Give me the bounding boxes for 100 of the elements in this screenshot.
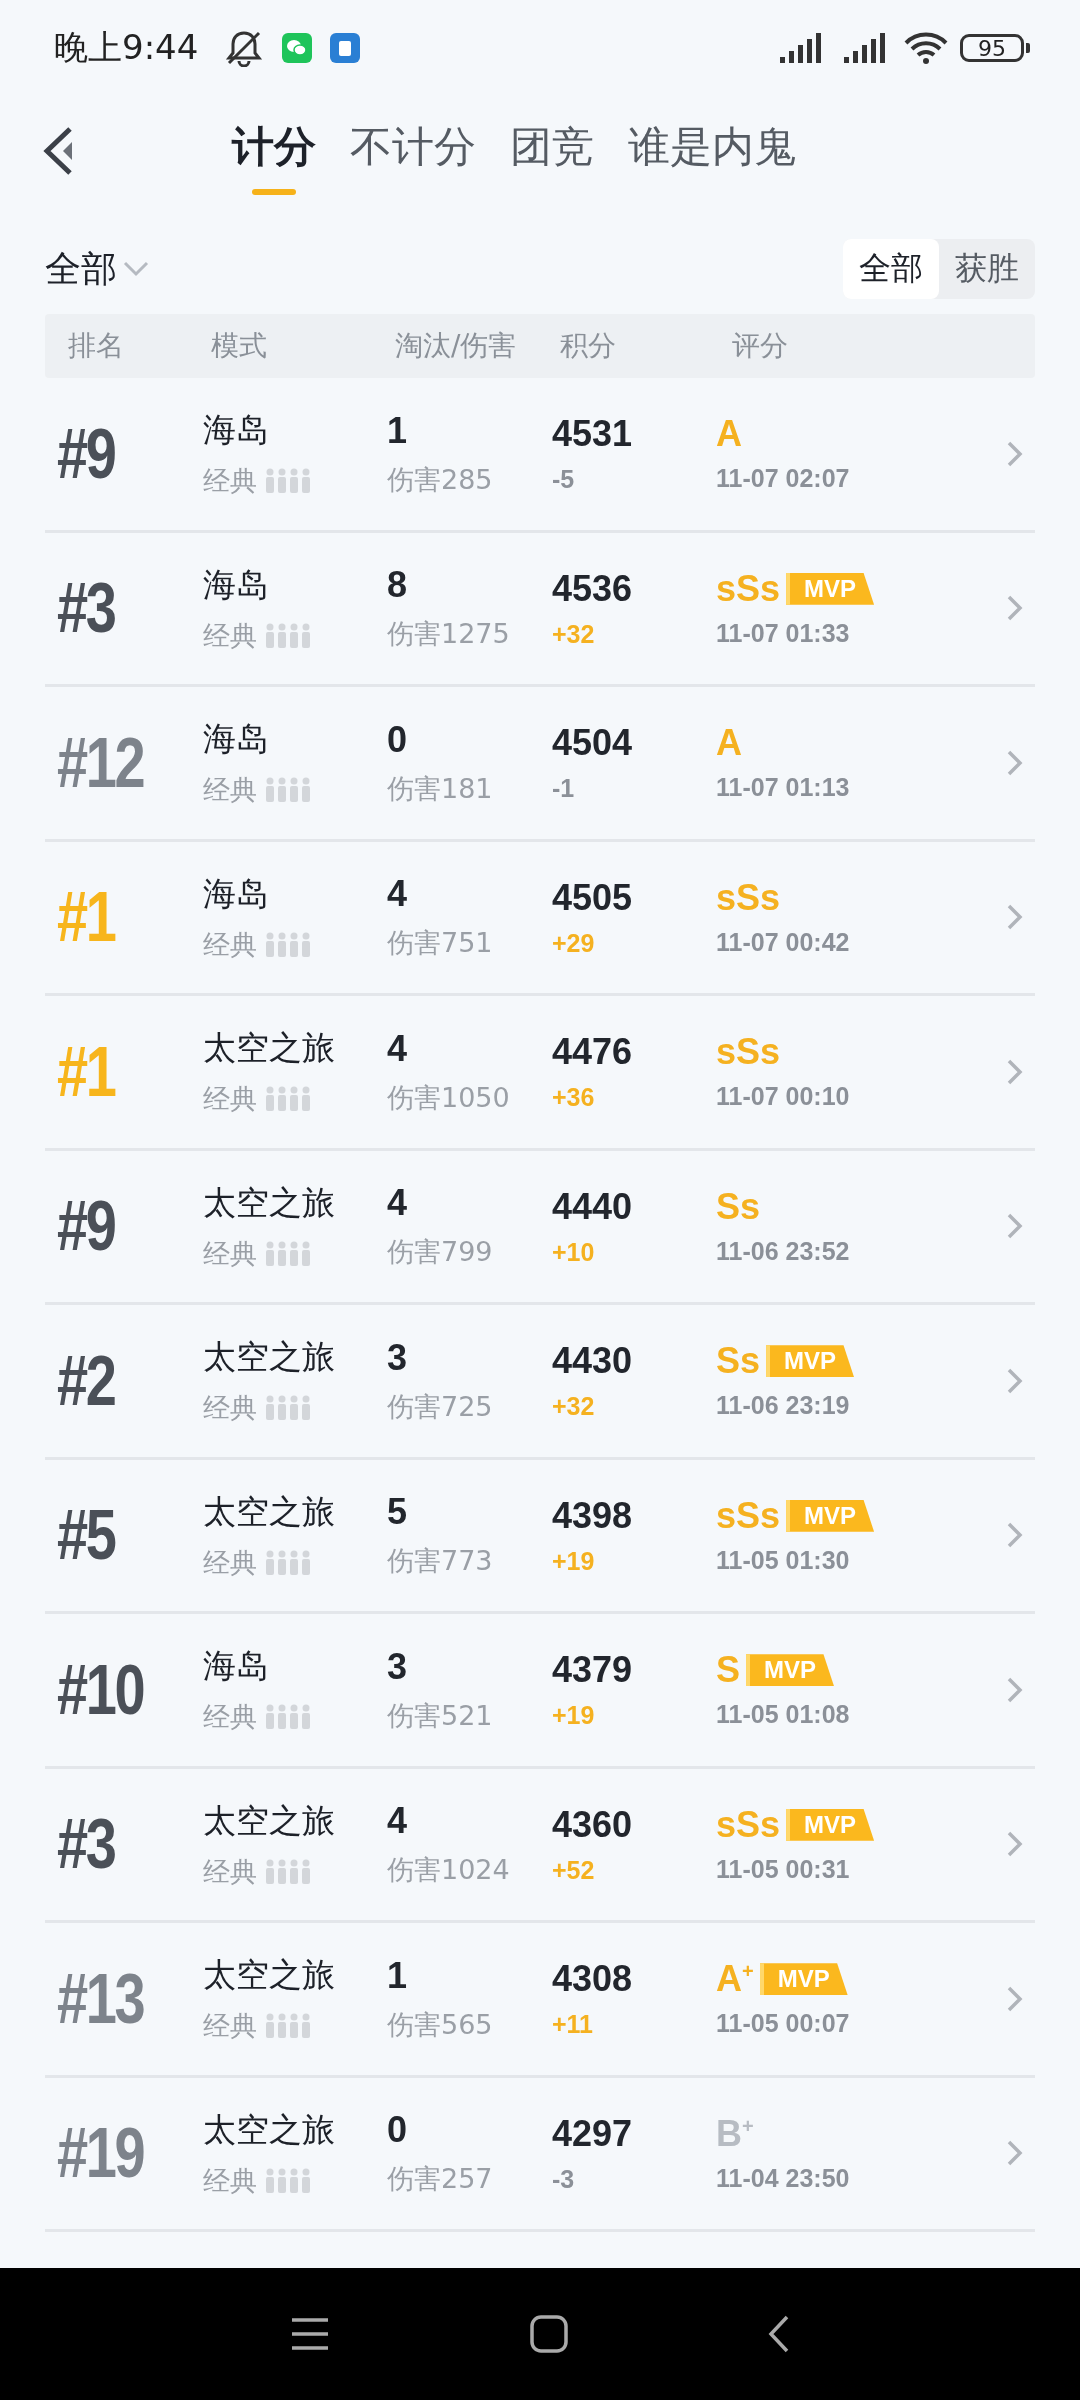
match-time: 11-05 00:07 <box>716 2009 850 2039</box>
squad-icon <box>265 622 311 649</box>
squad-icon <box>265 1704 311 1731</box>
damage: 伤害565 <box>387 2007 493 2042</box>
tab[interactable]: 谁是内鬼 <box>628 107 796 195</box>
kills: 4 <box>387 1182 408 1225</box>
map-name: 太空之旅 <box>203 1799 335 1842</box>
damage: 伤害751 <box>387 926 493 961</box>
grade: sSs <box>716 1031 781 1074</box>
chevron-right-icon[interactable] <box>1007 1058 1023 1085</box>
damage: 伤害257 <box>387 2162 493 2197</box>
squad-icon <box>265 1549 311 1576</box>
squad-icon <box>265 468 311 495</box>
home-icon[interactable] <box>530 2315 568 2353</box>
chevron-right-icon[interactable] <box>1007 595 1023 622</box>
match-time: 11-06 23:52 <box>716 1236 850 1266</box>
segment-tab[interactable]: 获胜 <box>939 239 1035 299</box>
chevron-right-icon[interactable] <box>1007 440 1023 467</box>
points: 4440 <box>552 1185 633 1228</box>
chevron-right-icon[interactable] <box>1007 1831 1023 1858</box>
chevron-right-icon[interactable] <box>1007 904 1023 931</box>
match-time: 11-07 01:13 <box>716 773 850 803</box>
chevron-right-icon[interactable] <box>1007 1522 1023 1549</box>
grade: B$^{+}$ <box>716 2112 754 2155</box>
chevron-right-icon[interactable] <box>1007 1985 1023 2012</box>
match-time: 11-05 01:30 <box>716 1545 850 1575</box>
tab[interactable]: 计分 <box>232 107 316 195</box>
grade: Ss <box>716 1185 761 1228</box>
map-name: 太空之旅 <box>203 1954 335 1997</box>
kills: 4 <box>387 1800 408 1843</box>
back-icon[interactable] <box>768 2315 790 2353</box>
grade: A$^{+}$ <box>716 1958 754 2001</box>
kills: 5 <box>387 1491 408 1534</box>
points-change: +52 <box>552 1855 595 1885</box>
mode-label: 经典 <box>203 2163 257 2198</box>
points-change: +10 <box>552 1237 595 1267</box>
points-change: +32 <box>552 619 595 649</box>
grade: sSs <box>716 567 781 610</box>
kills: 3 <box>387 1336 408 1379</box>
squad-icon <box>265 1395 311 1422</box>
damage: 伤害725 <box>387 1389 493 1424</box>
points-change: +32 <box>552 1392 595 1422</box>
bell-off-icon <box>224 29 265 67</box>
points: 4308 <box>552 1958 633 2001</box>
kills: 1 <box>387 1954 408 1997</box>
column-header: 积分 <box>560 328 617 364</box>
points-change: +36 <box>552 1083 595 1113</box>
column-header: 淘汰/伤害 <box>395 328 518 364</box>
squad-icon <box>265 2167 311 2194</box>
kills: 4 <box>387 1027 408 1070</box>
grade: A <box>716 722 742 765</box>
points: 4505 <box>552 876 633 919</box>
chevron-right-icon[interactable] <box>1007 1367 1023 1394</box>
wifi-icon <box>904 31 948 65</box>
grade: S <box>716 1649 740 1692</box>
points: 4476 <box>552 1031 633 1074</box>
chevron-right-icon[interactable] <box>1007 749 1023 776</box>
tab[interactable]: 团竞 <box>510 107 594 195</box>
mode-label: 经典 <box>203 618 257 653</box>
match-time: 11-07 00:10 <box>716 1082 850 1112</box>
segment-tab[interactable]: 全部 <box>843 239 939 299</box>
points-change: -3 <box>552 2164 575 2194</box>
points-change: -5 <box>552 465 575 495</box>
rank: #9 <box>57 413 115 494</box>
mode-label: 经典 <box>203 1700 257 1735</box>
column-header: 模式 <box>211 328 268 364</box>
squad-icon <box>265 931 311 958</box>
rank: #19 <box>57 2113 144 2194</box>
damage: 伤害285 <box>387 462 493 497</box>
match-time: 11-05 01:08 <box>716 1700 850 1730</box>
mode-label: 经典 <box>203 1082 257 1117</box>
points: 4360 <box>552 1803 633 1846</box>
map-name: 海岛 <box>203 409 269 452</box>
points: 4430 <box>552 1340 633 1383</box>
match-time: 11-05 00:31 <box>716 1854 850 1884</box>
points: 4297 <box>552 2112 633 2155</box>
grade: sSs <box>716 876 781 919</box>
chevron-right-icon[interactable] <box>1007 1213 1023 1240</box>
filter-dropdown[interactable]: 全部 <box>45 244 149 294</box>
menu-icon[interactable] <box>290 2317 330 2351</box>
chevron-right-icon[interactable] <box>1007 1676 1023 1703</box>
mode-label: 经典 <box>203 1391 257 1426</box>
tab[interactable]: 不计分 <box>350 107 476 195</box>
mode-label: 经典 <box>203 1236 257 1271</box>
points-change: -1 <box>552 774 575 804</box>
chevron-down-icon <box>123 261 149 277</box>
grade: sSs <box>716 1803 781 1846</box>
damage: 伤害1050 <box>387 1080 510 1115</box>
app-icon <box>330 33 361 63</box>
mode-label: 经典 <box>203 2009 257 2044</box>
mvp-badge: MVP <box>786 1499 875 1532</box>
map-name: 海岛 <box>203 872 269 915</box>
damage: 伤害799 <box>387 1235 493 1270</box>
clock: 晚上9:44 <box>54 26 199 69</box>
points: 4398 <box>552 1494 633 1537</box>
match-time: 11-07 01:33 <box>716 618 850 648</box>
column-header: 排名 <box>68 328 125 364</box>
chevron-right-icon[interactable] <box>1007 2140 1023 2167</box>
map-name: 太空之旅 <box>203 1027 335 1070</box>
grade: A <box>716 413 742 456</box>
